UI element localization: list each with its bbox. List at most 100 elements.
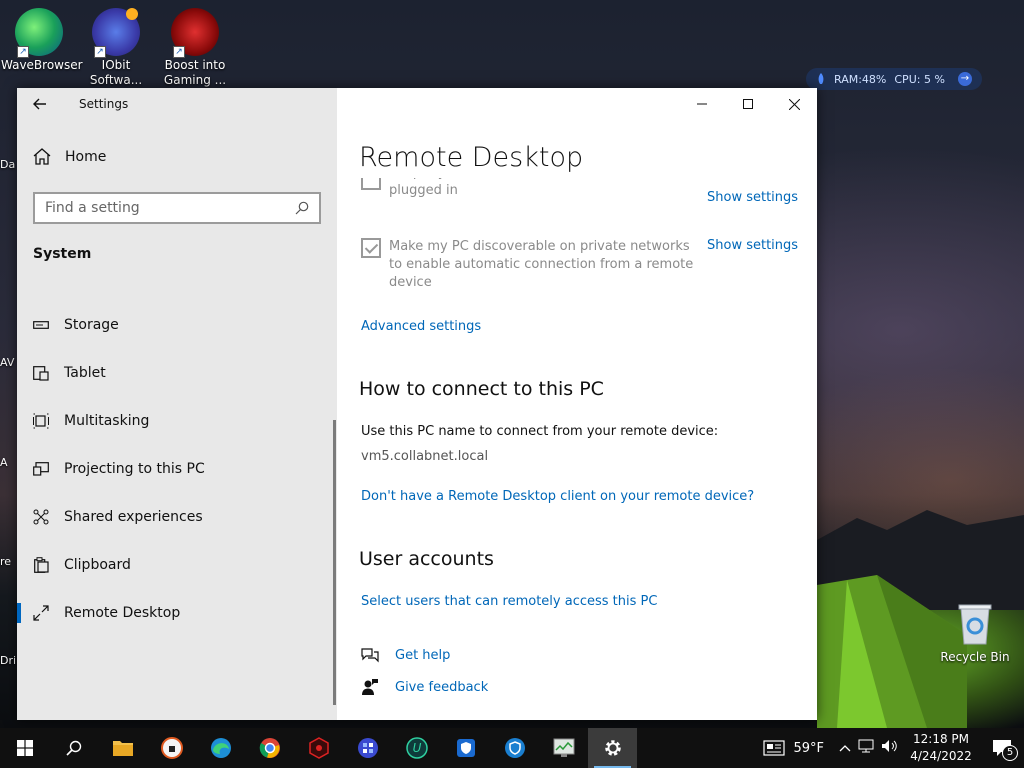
windows-logo-icon: [16, 740, 33, 756]
taskbar-chrome[interactable]: [245, 728, 294, 768]
notification-count-badge: 5: [1002, 745, 1018, 761]
multitasking-icon: [33, 413, 49, 429]
get-help-link[interactable]: Get help: [361, 647, 450, 663]
desktop-icon-recycle-bin[interactable]: Recycle Bin: [940, 602, 1010, 664]
settings-sidebar: Settings Home Find a setting System Stor…: [17, 88, 337, 720]
sidebar-item-multitasking[interactable]: Multitasking: [17, 401, 337, 441]
remote-client-link[interactable]: Don't have a Remote Desktop client on yo…: [361, 489, 754, 504]
driver-shield-icon: [504, 738, 525, 758]
sidebar-item-remote-desktop[interactable]: Remote Desktop: [17, 593, 337, 633]
give-feedback-link[interactable]: Give feedback: [361, 678, 488, 696]
title-bar[interactable]: Settings: [17, 88, 337, 120]
taskbar-security-app[interactable]: [441, 728, 490, 768]
minimize-icon: [697, 103, 707, 105]
shield-lock-icon: [160, 737, 183, 759]
keep-awake-checkbox[interactable]: [361, 178, 381, 190]
clock-time: 12:18 PM: [913, 732, 969, 746]
recycle-bin-label: Recycle Bin: [940, 650, 1010, 664]
sidebar-item-tablet[interactable]: Tablet: [17, 353, 337, 393]
show-settings-link-2[interactable]: Show settings: [707, 238, 798, 253]
chevron-up-icon[interactable]: [836, 741, 854, 756]
close-button[interactable]: [771, 88, 817, 120]
search-icon: [295, 201, 309, 215]
back-button[interactable]: [17, 88, 63, 120]
weather-temperature: 59°F: [793, 740, 824, 756]
network-icon[interactable]: [854, 739, 878, 757]
rocket-icon: [818, 73, 824, 84]
close-icon: [788, 98, 800, 110]
shortcut-arrow-icon: ↗: [173, 46, 185, 58]
projecting-icon: [33, 461, 49, 477]
search-button[interactable]: [49, 728, 98, 768]
connect-heading: How to connect to this PC: [359, 378, 604, 400]
maximize-button[interactable]: [725, 88, 771, 120]
desktop-icon-iobit[interactable]: ↗ IObit Softwa...: [78, 8, 154, 88]
folder-icon: [112, 741, 133, 756]
desktop-icon-boost-gaming[interactable]: ↗ Boost into Gaming ...: [157, 8, 233, 88]
system-tray: 59°F 12:18 PM 4/24/2022 5: [763, 728, 1024, 768]
notifications-button[interactable]: 5: [980, 739, 1024, 761]
cpu-usage: CPU: 5 %: [894, 72, 945, 86]
system-monitor-widget[interactable]: RAM:48% CPU: 5 % →: [806, 68, 982, 90]
taskbar-uninstaller[interactable]: U: [392, 728, 441, 768]
desktop-icon-wavebrowser[interactable]: ↗ WaveBrowser: [1, 8, 83, 73]
taskbar-task-manager[interactable]: [539, 728, 588, 768]
edge-browser-icon: [210, 738, 231, 758]
sidebar-item-projecting[interactable]: Projecting to this PC: [17, 449, 337, 489]
shortcut-arrow-icon: ↗: [17, 46, 29, 58]
back-arrow-icon: [33, 98, 46, 110]
taskbar-edge[interactable]: [196, 728, 245, 768]
discoverable-label: Make my PC discoverable on private netwo…: [389, 239, 694, 288]
arrow-right-icon[interactable]: →: [958, 72, 972, 86]
sidebar-item-storage[interactable]: Storage: [17, 305, 337, 345]
sidebar-item-label: Shared experiences: [64, 509, 203, 525]
sidebar-item-label: Projecting to this PC: [64, 461, 205, 477]
clipboard-icon: [33, 557, 49, 573]
advanced-settings-link[interactable]: Advanced settings: [361, 319, 481, 334]
clock[interactable]: 12:18 PM 4/24/2022: [902, 731, 980, 765]
task-manager-icon: [553, 738, 574, 757]
search-icon: [65, 740, 81, 756]
sidebar-scrollbar[interactable]: [333, 420, 336, 705]
show-settings-link-1[interactable]: Show settings: [707, 190, 798, 205]
search-placeholder: Find a setting: [45, 200, 140, 216]
taskbar-settings[interactable]: [588, 728, 637, 768]
desktop-partial-label: AV: [0, 356, 15, 369]
taskbar-iobit[interactable]: [343, 728, 392, 768]
sidebar-item-shared-experiences[interactable]: Shared experiences: [17, 497, 337, 537]
shield-icon: [456, 739, 475, 757]
taskbar-vpn-app[interactable]: [147, 728, 196, 768]
discoverable-checkbox[interactable]: [361, 238, 381, 258]
weather-widget[interactable]: 59°F: [763, 740, 824, 756]
chrome-icon: [259, 738, 280, 758]
find-setting-search[interactable]: Find a setting: [33, 192, 321, 224]
app-title: Settings: [79, 97, 129, 111]
sidebar-item-clipboard[interactable]: Clipboard: [17, 545, 337, 585]
ram-usage: RAM:48%: [834, 72, 887, 86]
sidebar-item-label: Remote Desktop: [64, 605, 181, 621]
start-button[interactable]: [0, 728, 49, 768]
taskbar-game-booster[interactable]: [294, 728, 343, 768]
home-nav-item[interactable]: Home: [33, 148, 106, 165]
select-users-link[interactable]: Select users that can remotely access th…: [361, 594, 657, 609]
home-label: Home: [65, 148, 107, 165]
minimize-button[interactable]: [679, 88, 725, 120]
wavebrowser-icon: ↗: [15, 8, 63, 58]
taskbar-driver-app[interactable]: [490, 728, 539, 768]
shared-experiences-icon: [33, 509, 49, 525]
desktop-icon-label: Gaming ...: [163, 73, 227, 87]
gear-icon: [604, 740, 621, 756]
get-help-label: Get help: [395, 647, 451, 663]
user-accounts-heading: User accounts: [359, 548, 494, 570]
taskbar-file-explorer[interactable]: [98, 728, 147, 768]
sidebar-item-label: Tablet: [64, 365, 106, 381]
window-controls: [679, 88, 817, 120]
game-booster-icon: [308, 737, 329, 759]
recycle-bin-icon: [958, 604, 992, 645]
get-help-icon: [361, 648, 379, 663]
volume-icon[interactable]: [878, 739, 902, 757]
desktop-icon-label: IObit: [101, 58, 131, 72]
tablet-icon: [33, 365, 49, 381]
keep-awake-label: Keep my PC awake for connections when it…: [389, 178, 684, 198]
pc-name: vm5.collabnet.local: [361, 449, 489, 464]
